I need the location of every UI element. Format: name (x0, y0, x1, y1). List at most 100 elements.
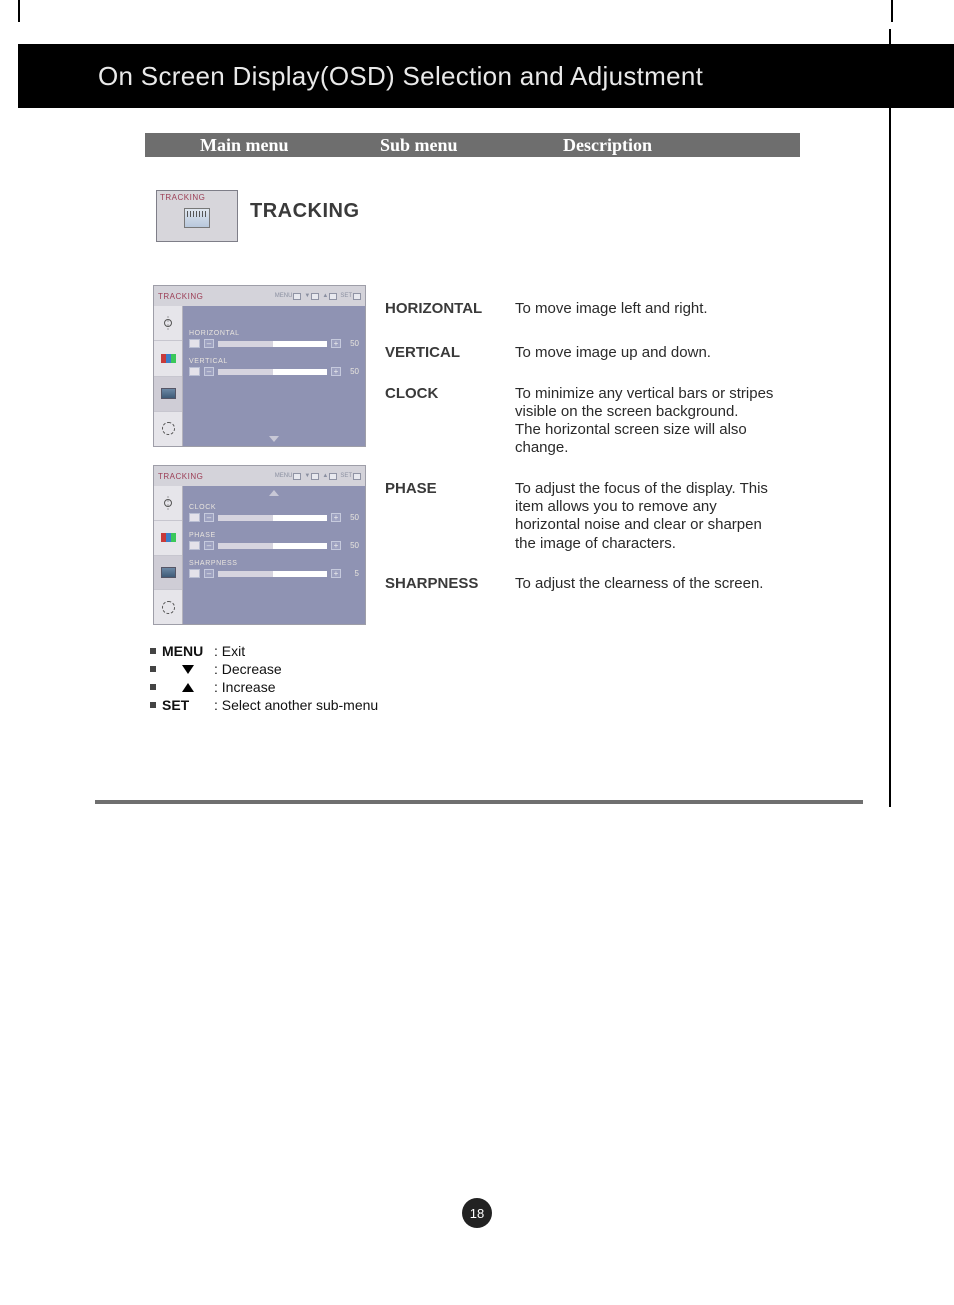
osd1-title: TRACKING (158, 292, 203, 301)
setting-vertical: VERTICAL To move image up and down. (385, 344, 780, 362)
legend-1-desc: : Decrease (214, 661, 282, 677)
plus-icon: + (331, 513, 341, 522)
setting-4-sub: SHARPNESS (385, 575, 515, 593)
setting-2-sub: CLOCK (385, 385, 515, 458)
slider-track (218, 571, 327, 577)
osd2-sidebar (154, 486, 183, 624)
page-number-badge: 18 (462, 1198, 492, 1228)
slider-track (218, 515, 327, 521)
legend-3-desc: : Select another sub-menu (214, 697, 378, 713)
osd1-row0-value: 50 (345, 339, 359, 348)
tracking-thumbnail-label: TRACKING (157, 191, 237, 204)
slider-track (218, 369, 327, 375)
legend-menu: MENU : Exit (150, 642, 378, 660)
osd2-row-sharpness: SHARPNESS – + 5 (189, 560, 359, 578)
osd1-set-label: SET (340, 293, 352, 299)
osd2-row0-label: CLOCK (189, 504, 359, 511)
osd2-row-clock: CLOCK – + 50 (189, 504, 359, 522)
setting-3-desc: To adjust the focus of the display. This… (515, 480, 780, 553)
plus-icon: + (331, 569, 341, 578)
slider-track (218, 341, 327, 347)
osd2-row-phase: PHASE – + 50 (189, 532, 359, 550)
vertical-icon (189, 367, 200, 376)
osd1-row-horizontal: HORIZONTAL – + 50 (189, 330, 359, 348)
osd1-titlebar: TRACKING MENU ▼ ▲ SET (154, 286, 365, 306)
osd1-row-vertical: VERTICAL – + 50 (189, 358, 359, 376)
scroll-down-icon (269, 436, 279, 442)
tracking-heading: TRACKING (250, 200, 360, 223)
setting-3-sub: PHASE (385, 480, 515, 553)
setting-0-sub: HORIZONTAL (385, 300, 515, 318)
osd2-row1-label: PHASE (189, 532, 359, 539)
osd1-menu-label: MENU (275, 293, 293, 299)
legend-2-desc: : Increase (214, 679, 275, 695)
header-band: On Screen Display(OSD) Selection and Adj… (18, 44, 954, 108)
osd2-row2-value: 5 (345, 569, 359, 578)
plus-icon: + (331, 339, 341, 348)
setting-horizontal: HORIZONTAL To move image left and right. (385, 300, 780, 318)
osd2-controls: MENU ▼ ▲ SET (275, 473, 361, 480)
osd2-set-label: SET (340, 473, 352, 479)
phase-icon (189, 541, 200, 550)
legend-down: : Decrease (150, 660, 378, 678)
tracking-tab-icon (154, 556, 182, 591)
scroll-up-icon (269, 490, 279, 496)
section-divider (95, 800, 863, 804)
setting-clock: CLOCK To minimize any vertical bars or s… (385, 385, 780, 458)
setting-2-desc: To minimize any vertical bars or stripes… (515, 385, 780, 458)
minus-icon: – (204, 367, 214, 376)
plus-icon: + (331, 367, 341, 376)
color-icon (154, 341, 182, 376)
osd1-row1-label: VERTICAL (189, 358, 359, 365)
brightness-icon (154, 306, 182, 341)
color-icon (154, 521, 182, 556)
settings-list: HORIZONTAL To move image left and right.… (385, 300, 780, 615)
osd-panel-2: TRACKING MENU ▼ ▲ SET CLOCK – + 50 (153, 465, 366, 625)
osd2-row1-value: 50 (345, 541, 359, 550)
osd2-menu-label: MENU (275, 473, 293, 479)
osd1-sidebar (154, 306, 183, 446)
triangle-up-icon (162, 683, 214, 692)
minus-icon: – (204, 569, 214, 578)
setting-4-desc: To adjust the clearness of the screen. (515, 575, 763, 593)
button-legend: MENU : Exit : Decrease : Increase SET : … (150, 642, 378, 714)
page-title: On Screen Display(OSD) Selection and Adj… (98, 61, 703, 92)
tracking-icon (184, 208, 210, 228)
osd2-row2-label: SHARPNESS (189, 560, 359, 567)
col-main-menu: Main menu (200, 135, 289, 156)
minus-icon: – (204, 513, 214, 522)
osd1-controls: MENU ▼ ▲ SET (275, 293, 361, 300)
setting-1-desc: To move image up and down. (515, 344, 711, 362)
page-frame-right (889, 29, 891, 807)
plus-icon: + (331, 541, 341, 550)
tracking-thumbnail: TRACKING (156, 190, 238, 242)
setting-1-sub: VERTICAL (385, 344, 515, 362)
page-number: 18 (470, 1206, 484, 1221)
osd2-titlebar: TRACKING MENU ▼ ▲ SET (154, 466, 365, 486)
column-header-band: Main menu Sub menu Description (145, 133, 800, 157)
col-sub-menu: Sub menu (380, 135, 458, 156)
minus-icon: – (204, 541, 214, 550)
setting-phase: PHASE To adjust the focus of the display… (385, 480, 780, 553)
legend-set: SET : Select another sub-menu (150, 696, 378, 714)
osd2-title: TRACKING (158, 472, 203, 481)
clock-icon (189, 513, 200, 522)
setup-icon (154, 590, 182, 624)
minus-icon: – (204, 339, 214, 348)
sharpness-icon (189, 569, 200, 578)
triangle-down-icon (162, 665, 214, 674)
legend-0-desc: : Exit (214, 643, 245, 659)
setting-0-desc: To move image left and right. (515, 300, 708, 318)
brightness-icon (154, 486, 182, 521)
horizontal-icon (189, 339, 200, 348)
tracking-tab-icon (154, 377, 182, 412)
slider-track (218, 543, 327, 549)
legend-0-key: MENU (162, 643, 214, 659)
setup-icon (154, 412, 182, 446)
legend-up: : Increase (150, 678, 378, 696)
col-description: Description (563, 135, 652, 156)
osd1-row0-label: HORIZONTAL (189, 330, 359, 337)
crop-marks (0, 0, 954, 24)
legend-3-key: SET (162, 697, 214, 713)
osd1-main: HORIZONTAL – + 50 VERTICAL – + 50 (183, 306, 365, 446)
